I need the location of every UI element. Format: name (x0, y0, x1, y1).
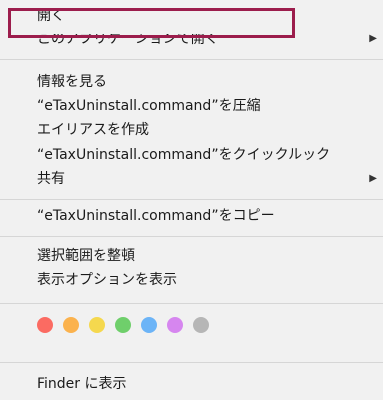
tag-green-dot[interactable] (115, 317, 131, 333)
submenu-arrow-icon: ▶ (369, 34, 377, 44)
menu-item-share[interactable]: 共有 ▶ (0, 167, 383, 191)
menu-item-show-in-finder-label: Finder に表示 (37, 376, 127, 392)
menu-item-show-in-finder[interactable]: Finder に表示 (0, 372, 383, 396)
menu-separator (0, 199, 383, 200)
menu-item-clean-up-selection[interactable]: 選択範囲を整頓 (0, 244, 383, 268)
tag-yellow-dot[interactable] (89, 317, 105, 333)
tag-red-dot[interactable] (37, 317, 53, 333)
menu-item-quick-look-label: “eTaxUninstall.command”をクイックルック (37, 147, 331, 163)
menu-item-show-view-options-label: 表示オプションを表示 (37, 272, 177, 288)
menu-item-quick-look[interactable]: “eTaxUninstall.command”をクイックルック (0, 143, 383, 167)
menu-item-copy-label: “eTaxUninstall.command”をコピー (37, 208, 275, 224)
menu-item-get-info-label: 情報を見る (37, 74, 107, 90)
menu-separator (0, 303, 383, 304)
menu-item-compress[interactable]: “eTaxUninstall.command”を圧縮 (0, 94, 383, 118)
submenu-arrow-icon: ▶ (369, 173, 377, 184)
menu-item-get-info[interactable]: 情報を見る (0, 70, 383, 94)
tag-gray-dot[interactable] (193, 317, 209, 333)
tag-purple-dot[interactable] (167, 317, 183, 333)
menu-item-clean-up-selection-label: 選択範囲を整頓 (37, 248, 135, 264)
menu-item-show-view-options[interactable]: 表示オプションを表示 (0, 268, 383, 292)
menu-item-make-alias-label: エイリアスを作成 (37, 122, 149, 138)
menu-item-copy[interactable]: “eTaxUninstall.command”をコピー (0, 204, 383, 228)
menu-item-compress-label: “eTaxUninstall.command”を圧縮 (37, 98, 261, 114)
tag-blue-dot[interactable] (141, 317, 157, 333)
menu-item-share-label: 共有 (37, 171, 65, 187)
tag-orange-dot[interactable] (63, 317, 79, 333)
menu-item-make-alias[interactable]: エイリアスを作成 (0, 118, 383, 142)
menu-separator (0, 236, 383, 237)
highlight-box (8, 8, 295, 38)
context-menu: 開く このアプリケーションで開く ▶ 情報を見る “eTaxUninstall.… (0, 0, 383, 400)
menu-separator (0, 362, 383, 363)
menu-separator (0, 59, 383, 60)
